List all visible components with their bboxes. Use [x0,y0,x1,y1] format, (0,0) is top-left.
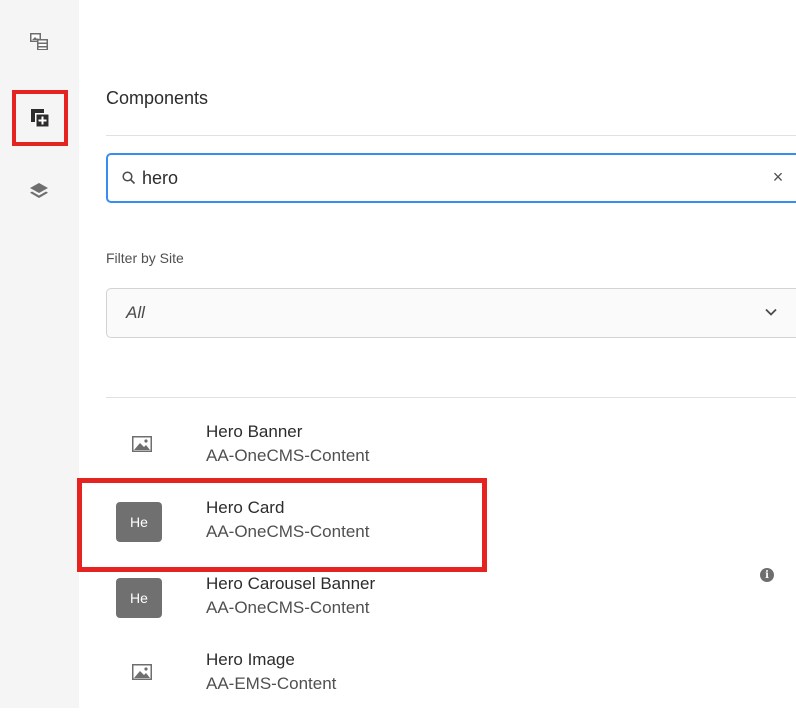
image-icon [132,436,152,452]
component-group: AA-OneCMS-Content [206,598,370,617]
site-filter-value: All [126,303,145,322]
site-filter-select[interactable]: All [106,288,796,338]
info-icon[interactable]: i [760,568,774,582]
component-item-hero-banner[interactable]: Hero Banner AA-OneCMS-Content [106,422,796,490]
clear-search-button[interactable]: × [768,167,788,188]
component-group: AA-OneCMS-Content [206,522,370,541]
component-group: AA-EMS-Content [206,674,337,693]
content-tree-tab-button[interactable] [16,168,62,214]
divider [106,397,796,398]
components-tab-button[interactable] [12,90,68,146]
asset-film-icon [30,33,48,50]
search-icon [122,170,138,186]
component-group: AA-OneCMS-Content [206,446,370,465]
component-item-hero-card[interactable]: He Hero Card AA-OneCMS-Content [106,498,796,566]
search-input[interactable] [142,167,702,189]
search-field[interactable]: × [106,153,796,203]
components-panel: Components × Filter by Site All Hero Ban… [79,0,796,708]
filter-label: Filter by Site [106,250,184,266]
component-title: Hero Image [206,650,295,669]
chevron-down-icon [765,308,777,316]
panel-title: Components [106,88,209,108]
side-rail [0,0,80,708]
component-badge: He [116,502,162,542]
component-title: Hero Card [206,498,285,517]
component-title: Hero Carousel Banner [206,574,376,593]
add-component-icon [31,109,49,127]
divider [106,135,796,136]
assets-tab-button[interactable] [16,18,62,64]
layers-icon [30,183,48,198]
image-icon [132,664,152,680]
component-badge: He [116,578,162,618]
component-title: Hero Banner [206,422,303,441]
component-item-hero-carousel-banner[interactable]: He Hero Carousel Banner AA-OneCMS-Conten… [106,574,796,642]
